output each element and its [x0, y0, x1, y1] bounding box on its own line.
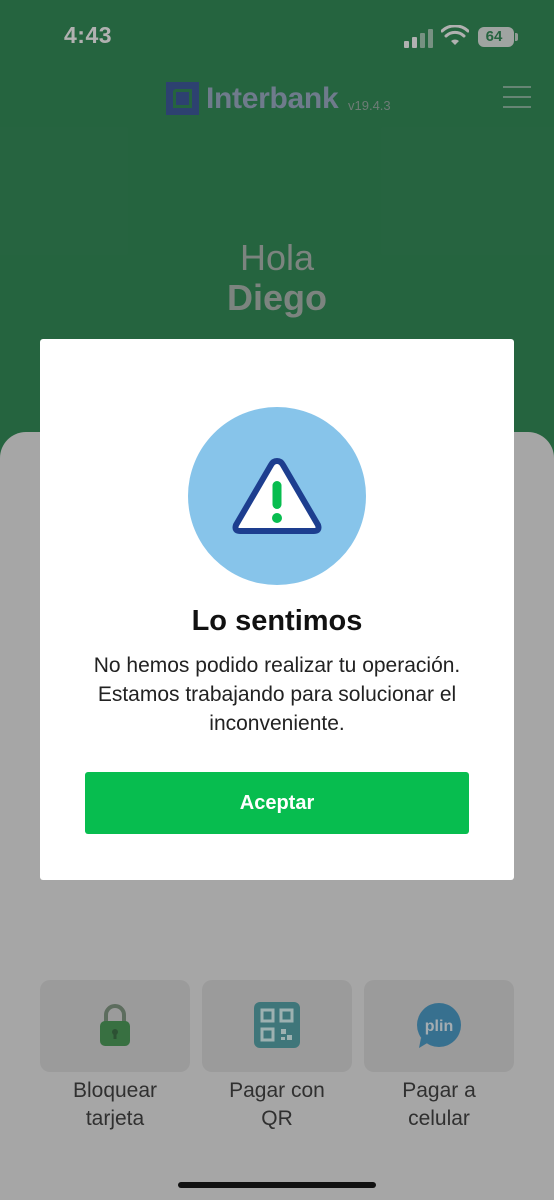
warning-icon [232, 458, 322, 534]
home-indicator[interactable] [178, 1182, 376, 1188]
dialog-message: No hemos podido realizar tu operación. E… [93, 654, 461, 735]
warning-icon-circle [188, 407, 366, 585]
accept-button[interactable]: Aceptar [85, 772, 469, 834]
error-dialog: Lo sentimos No hemos podido realizar tu … [40, 339, 514, 880]
dialog-title: Lo sentimos [191, 605, 363, 637]
